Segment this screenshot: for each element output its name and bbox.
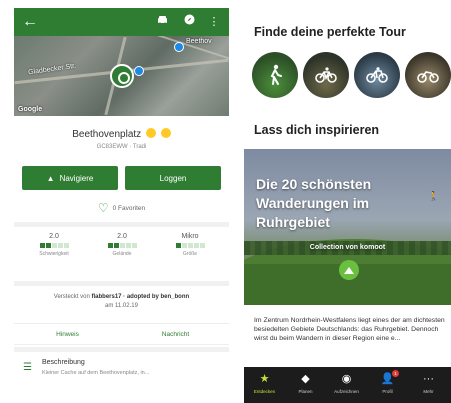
navigate-label: Navigiere: [59, 173, 94, 183]
mountain-bike-icon[interactable]: [405, 52, 451, 98]
difficulty-meter: [24, 243, 84, 248]
tab-label: Aufzeichnen: [334, 389, 359, 394]
collection-card[interactable]: Die 20 schönsten Wanderungen im Ruhrgebi…: [244, 149, 451, 305]
collection-title: Die 20 schönsten Wanderungen im Ruhrgebi…: [256, 176, 372, 230]
tour-heading: Finde deine perfekte Tour: [254, 25, 406, 39]
profile-icon: 👤: [380, 373, 395, 385]
inspire-heading: Lass dich inspirieren: [254, 123, 380, 137]
collection-description: Im Zentrum Nordrhein-Westfalens liegt ei…: [254, 317, 445, 342]
geocache-detail-screen: ← ⋮ Gladbecker Str. Beethov Google Beeth…: [14, 8, 229, 403]
tab-aufzeichnen[interactable]: ◉ Aufzeichnen: [326, 367, 367, 403]
difficulty-rating: 2.0 Schwierigkeit: [24, 233, 84, 257]
collection-author: Collection von komoot: [309, 244, 386, 251]
owner-prefix: Versteckt von: [53, 294, 90, 300]
smiley-icon: [145, 128, 156, 138]
bike-icon[interactable]: [303, 52, 349, 98]
tab-label: Planen: [298, 389, 313, 394]
navigation-arrow-icon: ▲: [46, 173, 55, 183]
size-rating: Mikro Größe: [160, 233, 220, 257]
section-divider: [14, 347, 229, 352]
owner-info: Versteckt von flabbers17 · adopted by be…: [14, 293, 229, 311]
map-view[interactable]: Gladbecker Str. Beethov Google: [14, 36, 229, 116]
map-street-label: Gladbecker Str.: [27, 62, 77, 77]
log-button[interactable]: Loggen: [125, 166, 221, 190]
road-bike-icon[interactable]: [354, 52, 400, 98]
section-divider: [14, 222, 229, 227]
waypoint-marker[interactable]: [134, 66, 144, 76]
car-icon[interactable]: [152, 12, 172, 32]
map-street-label: Beethov: [186, 38, 212, 45]
section-divider: [14, 281, 229, 286]
description-row[interactable]: ☰ Beschreibung Kleiner Cache auf dem Bee…: [14, 354, 229, 384]
tab-mehr[interactable]: ··· Mehr: [408, 367, 449, 403]
record-icon: ◉: [341, 373, 352, 385]
star-icon: ★: [259, 373, 270, 385]
navigation-icon: ◆: [301, 373, 310, 385]
terrain-label: Gelände: [112, 251, 132, 257]
cache-ratings: 2.0 Schwierigkeit 2.0 Gelände Mikro Größ…: [14, 233, 229, 275]
hiker-icon: 🚶: [428, 191, 440, 201]
difficulty-value: 2.0: [49, 233, 59, 240]
tab-profil[interactable]: 👤 1 Profil: [367, 367, 408, 403]
cache-title: Beethovenplatz: [14, 128, 229, 140]
cache-marker[interactable]: [110, 64, 134, 88]
tab-label: Entdecken: [253, 389, 276, 394]
more-vert-icon[interactable]: ⋮: [204, 12, 224, 32]
bottom-navigation: ★ Entdecken ◆ Planen ◉ Aufzeichnen 👤 1 P…: [244, 367, 451, 403]
owner-name[interactable]: flabbers17 · adopted by ben_bonn: [92, 294, 190, 300]
tab-label: Profil: [382, 389, 393, 394]
tab-label: Mehr: [423, 389, 434, 394]
notification-badge: 1: [392, 370, 399, 377]
sunglasses-smiley-icon: [160, 128, 171, 138]
description-title: Beschreibung: [42, 359, 85, 366]
favorite-count: 0 Favoriten: [112, 204, 146, 212]
log-label: Loggen: [159, 173, 187, 183]
terrain-value: 2.0: [117, 233, 127, 240]
tab-planen[interactable]: ◆ Planen: [285, 367, 326, 403]
komoot-discover-screen: Finde deine perfekte Tour Lass dich insp…: [244, 0, 451, 403]
description-icon: ☰: [23, 362, 32, 373]
message-button[interactable]: Nachricht: [122, 324, 229, 346]
description-snippet: Kleiner Cache auf dem Beethovenplatz, in…: [42, 370, 150, 376]
favorite-toggle[interactable]: ♡ 0 Favoriten: [14, 200, 229, 216]
size-value: Mikro: [181, 233, 199, 240]
komoot-logo-icon: [339, 260, 359, 280]
terrain-rating: 2.0 Gelände: [92, 233, 152, 257]
hint-button[interactable]: Hinweis: [14, 324, 121, 346]
hint-message-bar: Hinweis Nachricht: [14, 323, 229, 345]
terrain-meter: [92, 243, 152, 248]
compass-icon[interactable]: [179, 12, 199, 32]
app-bar: ← ⋮: [14, 8, 229, 36]
tour-type-chips: [252, 52, 451, 102]
heart-icon: ♡: [97, 201, 109, 215]
waypoint-marker[interactable]: [174, 42, 184, 52]
hiking-icon[interactable]: [252, 52, 298, 98]
navigate-button[interactable]: ▲ Navigiere: [22, 166, 118, 190]
size-meter: [160, 243, 220, 248]
tab-entdecken[interactable]: ★ Entdecken: [244, 367, 285, 403]
hidden-date: am 11.02.19: [105, 303, 138, 309]
google-attribution: Google: [18, 106, 43, 113]
more-icon: ···: [423, 373, 434, 385]
arrow-left-icon[interactable]: ←: [20, 12, 40, 32]
difficulty-label: Schwierigkeit: [39, 251, 69, 257]
size-label: Größe: [182, 251, 198, 257]
cache-title-text: Beethovenplatz: [72, 129, 142, 140]
cache-code: GC83EWW · Tradi: [96, 144, 147, 150]
